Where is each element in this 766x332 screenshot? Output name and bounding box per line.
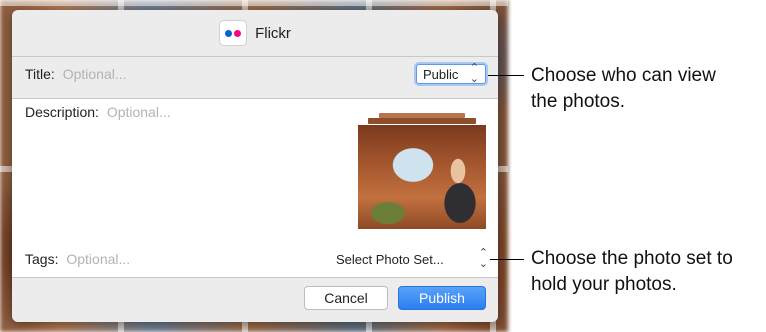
privacy-callout-line-2: the photos. bbox=[531, 91, 626, 112]
privacy-select[interactable]: Public ⌃ ⌄ bbox=[416, 62, 486, 85]
header-divider bbox=[12, 56, 498, 57]
photo-thumbnail bbox=[358, 125, 486, 229]
publish-button[interactable]: Publish bbox=[398, 286, 486, 310]
cancel-button[interactable]: Cancel bbox=[304, 286, 388, 310]
tags-divider bbox=[12, 277, 498, 278]
title-field[interactable]: Title: Optional... bbox=[25, 66, 127, 82]
photo-set-callout-line-1: Choose the photo set to bbox=[531, 248, 733, 269]
stack-layer-middle bbox=[368, 118, 476, 124]
sheet-title: Flickr bbox=[255, 24, 291, 42]
sheet-header: Flickr bbox=[12, 10, 498, 56]
flickr-blue-dot bbox=[225, 29, 233, 37]
privacy-callout-line bbox=[488, 75, 524, 76]
privacy-callout: Choose who can view the photos. bbox=[531, 63, 716, 115]
tags-field[interactable]: Tags: Optional... bbox=[25, 251, 130, 267]
description-field[interactable]: Description: Optional... bbox=[25, 104, 171, 120]
title-label: Title: bbox=[25, 66, 55, 82]
privacy-callout-line-1: Choose who can view bbox=[531, 65, 716, 86]
photo-set-select[interactable]: Select Photo Set... ⌃ ⌄ bbox=[336, 247, 488, 270]
flickr-share-sheet: Flickr Title: Optional... Public ⌃ ⌄ Desc… bbox=[12, 10, 498, 322]
title-placeholder: Optional... bbox=[62, 66, 127, 82]
description-placeholder: Optional... bbox=[106, 104, 171, 120]
updown-chevron-icon: ⌃ ⌄ bbox=[469, 62, 479, 85]
flickr-logo-icon bbox=[219, 20, 248, 46]
tags-placeholder: Optional... bbox=[66, 251, 131, 267]
privacy-select-value: Public bbox=[423, 66, 459, 82]
photo-set-callout-line-2: hold your photos. bbox=[531, 274, 677, 295]
flickr-pink-dot bbox=[234, 29, 242, 37]
photo-set-callout-line bbox=[490, 259, 524, 260]
description-label: Description: bbox=[25, 104, 99, 120]
updown-chevron-icon: ⌃ ⌄ bbox=[478, 247, 488, 270]
photo-set-select-value: Select Photo Set... bbox=[336, 251, 444, 267]
photo-stack bbox=[358, 113, 486, 229]
photo-set-callout: Choose the photo set to hold your photos… bbox=[531, 246, 733, 298]
tags-label: Tags: bbox=[25, 251, 59, 267]
